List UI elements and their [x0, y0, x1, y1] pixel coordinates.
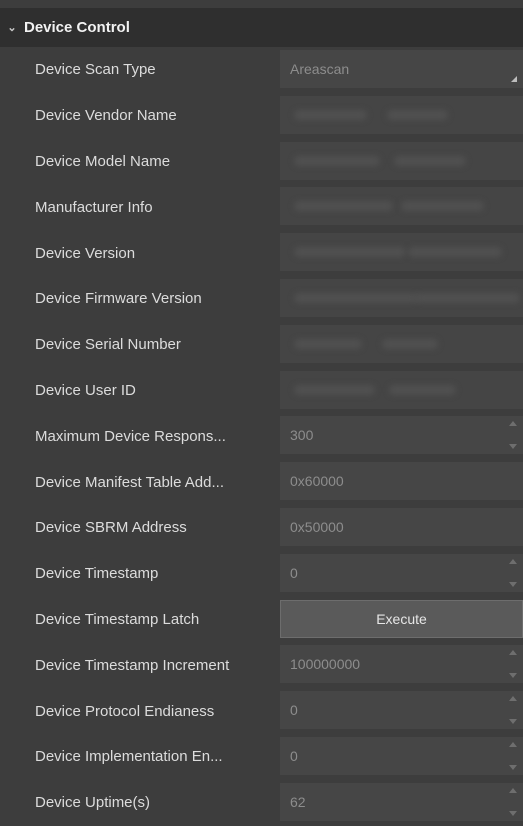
section-title: Device Control: [24, 19, 130, 36]
property-value-text: 300: [290, 427, 314, 444]
redacted-text: [408, 247, 502, 258]
arrow-up-icon[interactable]: [509, 650, 517, 656]
property-value-text: Areascan: [290, 61, 350, 77]
property-list: Device Scan Type Areascan Device Vendor Na…: [0, 47, 523, 826]
arrow-up-icon[interactable]: [509, 741, 517, 747]
property-value[interactable]: [280, 324, 523, 363]
property-row: Device Scan Type Areascan: [0, 47, 523, 93]
property-row: Device Version: [0, 230, 523, 276]
arrow-down-icon[interactable]: [509, 764, 517, 770]
property-row: Device Timestamp Latch Execute: [0, 597, 523, 643]
property-spinbox[interactable]: 0: [280, 736, 523, 775]
execute-button[interactable]: Execute: [280, 599, 523, 638]
property-value[interactable]: 0x60000: [280, 462, 523, 501]
property-value-text: 0: [290, 702, 298, 719]
arrow-down-icon[interactable]: [509, 444, 517, 450]
dropdown-corner-icon[interactable]: [511, 76, 517, 82]
spin-arrows[interactable]: [509, 741, 517, 770]
property-row: Device User ID: [0, 368, 523, 414]
property-value[interactable]: [280, 233, 523, 272]
property-spinbox[interactable]: 0: [280, 553, 523, 592]
property-value-text: 100000000: [290, 656, 361, 673]
property-label: Maximum Device Respons...: [35, 427, 226, 445]
redacted-text: [294, 247, 406, 258]
arrow-down-icon[interactable]: [509, 581, 517, 587]
redacted-text: [382, 338, 438, 349]
redacted-text: [415, 292, 520, 303]
property-label: Device Timestamp Increment: [35, 656, 230, 674]
property-row: Device Timestamp 0: [0, 551, 523, 597]
arrow-down-icon[interactable]: [509, 673, 517, 679]
property-label: Device Protocol Endianess: [35, 702, 215, 720]
property-row: Device Uptime(s) 62: [0, 780, 523, 826]
redacted-text: [294, 201, 393, 212]
property-value-text: 62: [290, 793, 306, 810]
property-label: Device Firmware Version: [35, 290, 202, 308]
property-spinbox[interactable]: 0: [280, 691, 523, 730]
property-label: Device Timestamp Latch: [35, 610, 200, 628]
redacted-text: [294, 292, 419, 303]
redacted-text: [389, 384, 456, 395]
property-value[interactable]: [280, 141, 523, 180]
section-header[interactable]: ⌄ Device Control: [0, 8, 523, 47]
property-combo[interactable]: Areascan: [280, 50, 523, 88]
property-row: Device Implementation En... 0: [0, 734, 523, 780]
property-spinbox[interactable]: 100000000: [280, 645, 523, 684]
spin-arrows[interactable]: [509, 650, 517, 679]
property-label: Device Scan Type: [35, 61, 156, 79]
property-label: Device Implementation En...: [35, 748, 223, 766]
property-value-text: 0x50000: [290, 518, 344, 535]
property-row: Device SBRM Address 0x50000: [0, 505, 523, 551]
property-row: Device Model Name: [0, 139, 523, 185]
property-row: Maximum Device Respons... 300: [0, 413, 523, 459]
property-label: Device Version: [35, 244, 136, 262]
spin-arrows[interactable]: [509, 421, 517, 450]
redacted-text: [294, 155, 380, 166]
property-label: Device Manifest Table Add...: [35, 473, 224, 491]
redacted-text: [387, 109, 448, 120]
spin-arrows[interactable]: [509, 787, 517, 816]
property-row: Device Firmware Version: [0, 276, 523, 322]
property-value-text: 0x60000: [290, 473, 344, 490]
arrow-up-icon[interactable]: [509, 787, 517, 793]
property-spinbox[interactable]: 300: [280, 416, 523, 455]
property-value-text: 0: [290, 564, 298, 581]
property-row: Manufacturer Info: [0, 184, 523, 230]
arrow-down-icon[interactable]: [509, 719, 517, 725]
arrow-up-icon[interactable]: [509, 421, 517, 427]
property-label: Device Model Name: [35, 152, 171, 170]
redacted-text: [401, 201, 484, 212]
property-row: Device Manifest Table Add... 0x60000: [0, 459, 523, 505]
property-value[interactable]: [280, 370, 523, 409]
redacted-text: [294, 338, 362, 349]
chevron-down-icon[interactable]: ⌄: [0, 21, 24, 34]
property-row: Device Protocol Endianess 0: [0, 688, 523, 734]
property-value[interactable]: 0x50000: [280, 507, 523, 546]
property-label: Device Uptime(s): [35, 794, 151, 812]
property-value[interactable]: [280, 95, 523, 134]
property-row: Device Vendor Name: [0, 93, 523, 139]
property-row: Device Timestamp Increment 100000000: [0, 642, 523, 688]
property-label: Device Timestamp: [35, 565, 159, 583]
property-label: Device User ID: [35, 381, 136, 399]
spin-arrows[interactable]: [509, 696, 517, 725]
property-label: Device SBRM Address: [35, 519, 187, 537]
property-spinbox[interactable]: 62: [280, 782, 523, 821]
property-label: Device Vendor Name: [35, 107, 177, 125]
property-label: Device Serial Number: [35, 336, 181, 354]
spin-arrows[interactable]: [509, 558, 517, 587]
device-control-panel: ⌄ Device Control Device Scan Type Areasca…: [0, 0, 523, 821]
arrow-up-icon[interactable]: [509, 558, 517, 564]
arrow-up-icon[interactable]: [509, 696, 517, 702]
property-value[interactable]: [280, 187, 523, 226]
redacted-text: [294, 384, 375, 395]
property-label: Manufacturer Info: [35, 198, 153, 216]
property-value-text: 0: [290, 747, 298, 764]
redacted-text: [394, 155, 466, 166]
arrow-down-icon[interactable]: [509, 810, 517, 816]
property-value[interactable]: [280, 278, 523, 317]
redacted-text: [294, 109, 367, 120]
property-row: Device Serial Number: [0, 322, 523, 368]
